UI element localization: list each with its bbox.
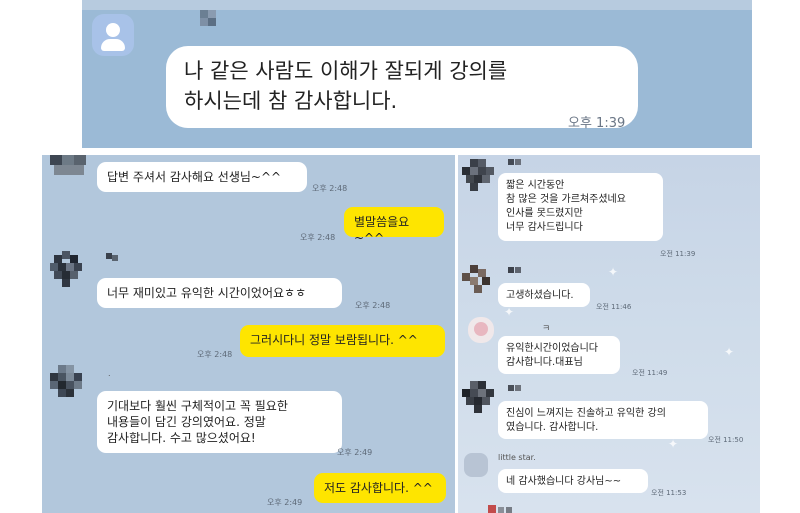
sparkle-icon: ✦: [724, 345, 735, 359]
sender-name: little star.: [498, 453, 536, 462]
sparkle-icon: ✦: [504, 305, 515, 319]
sender-dot: .: [108, 369, 111, 378]
message-bubble[interactable]: 진심이 느껴지는 진솔하고 유익한 강의 였습니다. 감사합니다.: [498, 401, 708, 439]
message-bubble[interactable]: 별말씀을요~^^: [344, 207, 444, 245]
message-time: 오전 11:49: [632, 369, 668, 377]
message-time: 오후 2:48: [312, 184, 348, 193]
message-time: 오후 2:48: [197, 350, 233, 359]
message-time: 오전 11:46: [596, 303, 632, 311]
sparkle-icon: ✦: [668, 437, 679, 451]
message-time: 오후 2:48: [300, 233, 336, 242]
flower-icon: [474, 322, 488, 336]
top-strip: [82, 0, 752, 10]
right-chat-panel: ✦ ✦ ✦ ✦ 짧은 시간동안 참 많은 것을 가르쳐주셨네요 인사를 못드렸지…: [458, 155, 760, 513]
message-bubble[interactable]: 저도 감사합니다. ^^: [314, 473, 446, 503]
message-time: 오후 2:48: [355, 301, 391, 310]
message-time: 오전 11:50: [708, 436, 744, 444]
profile-avatar[interactable]: [92, 14, 134, 56]
message-bubble[interactable]: 짧은 시간동안 참 많은 것을 가르쳐주셨네요 인사를 못드렸지만 너무 감사드…: [498, 173, 663, 241]
sparkle-icon: ✦: [608, 265, 619, 279]
message-time: 오후 2:49: [337, 448, 373, 457]
message-bubble[interactable]: 그러시다니 정말 보람됩니다. ^^: [240, 325, 445, 357]
message-time: 오후 2:49: [267, 498, 303, 507]
sender-name: ㅋ: [542, 324, 551, 334]
message-bubble[interactable]: 네 감사했습니다 강사님~~: [498, 469, 648, 493]
message-time: 오전 11:39: [660, 250, 696, 258]
message-bubble[interactable]: 유익한시간이었습니다 감사합니다.대표님: [498, 336, 620, 374]
message-bubble[interactable]: 기대보다 훨씬 구체적이고 꼭 필요한 내용들이 담긴 강의였어요. 정말 감사…: [97, 391, 342, 453]
avatar-body-icon: [101, 39, 125, 51]
flower-avatar[interactable]: [468, 317, 494, 343]
message-time: 오전 11:53: [651, 489, 687, 497]
left-chat-panel: 답변 주셔서 감사해요 선생님~^^ 오후 2:48 별말씀을요~^^ 오후 2…: [42, 155, 455, 513]
top-chat-panel: 나 같은 사람도 이해가 잘되게 강의를 하시는데 참 감사합니다. 오후 1:…: [82, 0, 752, 148]
small-avatar[interactable]: [464, 453, 488, 477]
message-bubble[interactable]: 답변 주셔서 감사해요 선생님~^^: [97, 162, 307, 192]
avatar-head-icon: [106, 23, 120, 37]
message-bubble[interactable]: 고생하셨습니다.: [498, 283, 590, 307]
message-bubble[interactable]: 너무 재미있고 유익한 시간이었어요ㅎㅎ: [97, 278, 342, 308]
message-time: 오후 1:39: [568, 116, 626, 131]
